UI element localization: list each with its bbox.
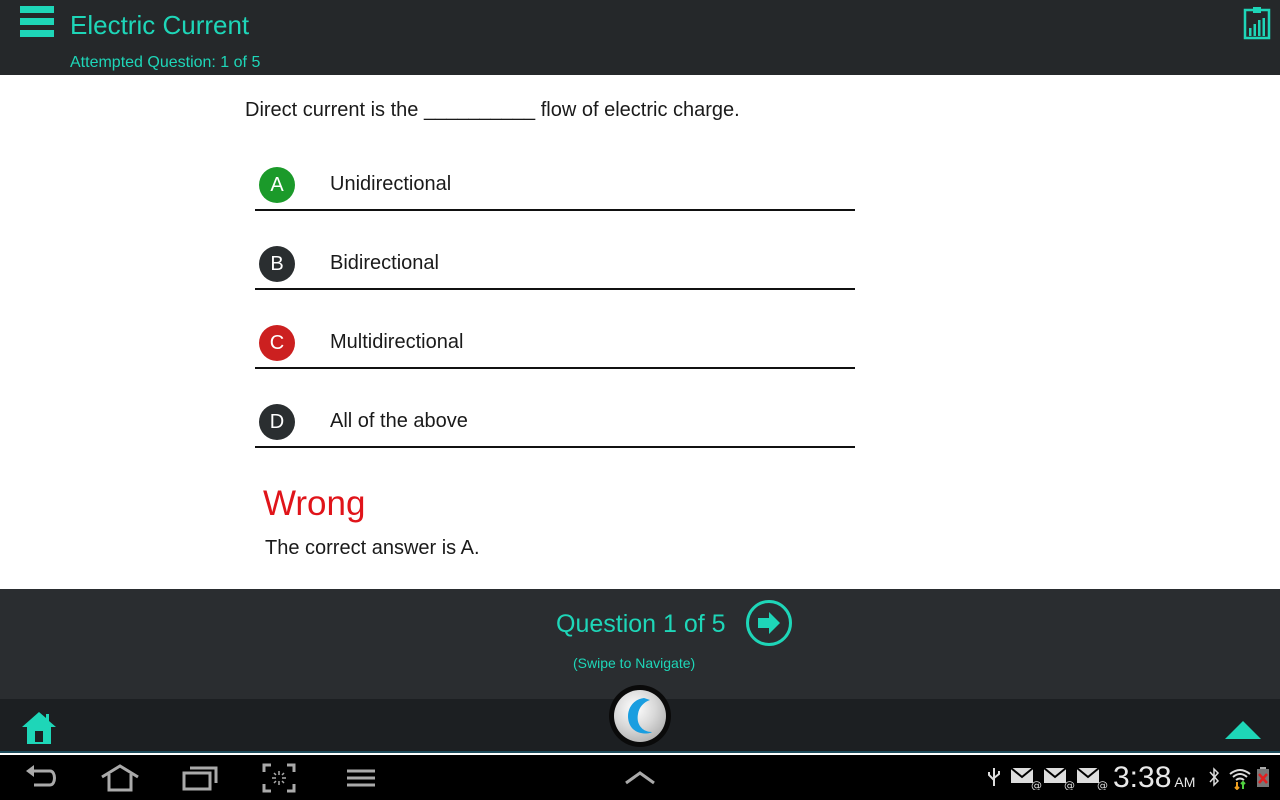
page-title: Electric Current — [70, 10, 250, 40]
clock: 3:38 AM — [1113, 761, 1195, 795]
wifi-icon — [1228, 766, 1252, 795]
screen: Electric Current Attempted Question: 1 o… — [0, 0, 1280, 800]
option-b[interactable]: B Bidirectional — [255, 232, 855, 290]
app-logo-icon — [614, 690, 666, 742]
clock-time: 3:38 — [1113, 761, 1172, 794]
quiz-content: Direct current is the __________ flow of… — [0, 75, 1280, 589]
navigation-panel[interactable]: Question 1 of 5 (Swipe to Navigate) — [0, 589, 1280, 699]
result-explanation: The correct answer is A. — [265, 537, 480, 559]
svg-text:@: @ — [1097, 779, 1108, 790]
option-c[interactable]: C Multidirectional — [255, 311, 855, 369]
result-title: Wrong — [263, 484, 366, 523]
usb-icon — [986, 766, 1002, 793]
option-badge: B — [259, 246, 295, 282]
app-header: Electric Current Attempted Question: 1 o… — [0, 0, 1280, 75]
screenshot-icon[interactable] — [262, 763, 296, 793]
chevron-up-icon[interactable] — [624, 763, 656, 793]
back-icon[interactable] — [24, 763, 60, 793]
option-text: Multidirectional — [330, 331, 464, 353]
option-d[interactable]: D All of the above — [255, 390, 855, 448]
svg-text:@: @ — [1064, 779, 1075, 790]
option-text: Unidirectional — [330, 173, 452, 195]
svg-text:@: @ — [1031, 779, 1042, 790]
app-logo-button[interactable] — [609, 685, 671, 747]
option-badge: A — [259, 167, 295, 203]
recent-apps-icon[interactable] — [182, 763, 218, 793]
bottom-app-bar — [0, 685, 1280, 753]
hamburger-menu-icon[interactable] — [20, 6, 54, 40]
triangle-up-icon[interactable] — [1225, 721, 1261, 739]
next-question-button[interactable] — [746, 600, 792, 646]
home-icon[interactable] — [21, 711, 57, 745]
menu-icon[interactable] — [346, 763, 376, 793]
swipe-hint: (Swipe to Navigate) — [573, 655, 696, 671]
question-text: Direct current is the __________ flow of… — [245, 99, 740, 121]
question-counter: Question 1 of 5 — [556, 610, 726, 638]
clipboard-chart-icon[interactable] — [1243, 6, 1271, 40]
email-icon: @ — [1043, 766, 1075, 795]
option-badge: D — [259, 404, 295, 440]
bluetooth-icon — [1208, 766, 1220, 793]
email-icon: @ — [1010, 766, 1042, 795]
attempted-counter: Attempted Question: 1 of 5 — [70, 54, 261, 71]
clock-ampm: AM — [1174, 774, 1196, 790]
option-text: Bidirectional — [330, 252, 439, 274]
arrow-right-circle-icon — [758, 612, 780, 634]
option-text: All of the above — [330, 410, 468, 432]
email-icon: @ — [1076, 766, 1108, 795]
battery-icon — [1256, 766, 1270, 793]
system-navigation-bar: @ @ @ 3:38 AM — [0, 755, 1280, 800]
option-badge: C — [259, 325, 295, 361]
option-a[interactable]: A Unidirectional — [255, 153, 855, 211]
home-nav-icon[interactable] — [100, 763, 140, 793]
